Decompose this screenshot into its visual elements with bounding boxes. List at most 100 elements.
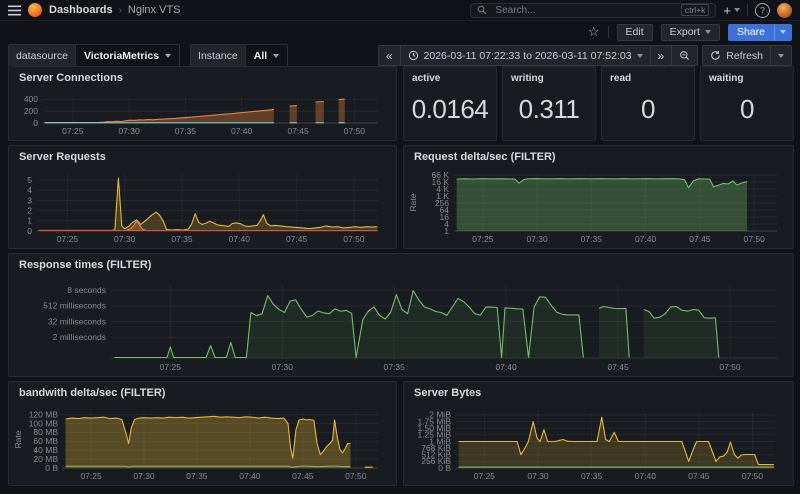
svg-text:5: 5: [27, 175, 32, 185]
star-icon: ☆: [587, 24, 600, 39]
hamburger-icon: [8, 5, 21, 15]
svg-text:512 milliseconds: 512 milliseconds: [43, 301, 106, 311]
panel-server-connections: Server Connections 0 200 400 07:25 07:30 07:3…: [8, 66, 397, 141]
server-bytes-chart[interactable]: 0 B 256 KiB 512 KiB 768 KiB 1 MiB 1.25 MiB 1.5…: [408, 404, 789, 482]
svg-text:3: 3: [27, 195, 32, 205]
variable-instance-value: All: [253, 49, 268, 62]
refresh-interval-button[interactable]: [770, 45, 792, 66]
bandwidth-delta-chart[interactable]: 0 B 20 MB 40 MB 60 MB 80 MB 100 MB 120 MB 07:25…: [13, 404, 392, 482]
export-button[interactable]: Export: [660, 23, 720, 41]
svg-text:0: 0: [33, 118, 38, 128]
breadcrumb-current-page[interactable]: Nginx VTS: [128, 4, 181, 16]
panel-stat-read: read 0: [601, 66, 695, 141]
svg-text:07:45: 07:45: [287, 126, 309, 136]
panel-server-requests: Server Requests 0 1 2 3 4 5 07:25 07:30 07:35 07:…: [8, 145, 397, 249]
svg-text:40 MB: 40 MB: [33, 445, 58, 455]
zoom-out-time-button[interactable]: [671, 45, 699, 66]
svg-text:07:50: 07:50: [345, 471, 367, 481]
svg-text:80 MB: 80 MB: [33, 427, 58, 437]
stat-title[interactable]: writing: [503, 67, 595, 84]
panel-stat-waiting: waiting 0: [700, 66, 794, 141]
share-button[interactable]: Share: [727, 23, 774, 41]
variable-datasource-select[interactable]: VictoriaMetrics: [74, 45, 180, 66]
svg-text:07:35: 07:35: [175, 126, 197, 136]
time-shift-back-button[interactable]: «: [377, 45, 401, 66]
svg-text:07:30: 07:30: [272, 362, 294, 372]
add-new-button[interactable]: +: [723, 4, 740, 17]
edit-button[interactable]: Edit: [616, 23, 653, 41]
time-range-picker-button[interactable]: 2026-03-11 07:22:33 to 2026-03-11 07:52:…: [399, 45, 651, 66]
svg-text:07:30: 07:30: [526, 234, 548, 244]
clock-icon: [408, 50, 418, 61]
share-menu-button[interactable]: [774, 23, 792, 41]
svg-text:4: 4: [27, 185, 32, 195]
divider: [607, 26, 609, 38]
server-connections-chart[interactable]: 0 200 400 07:25 07:30 07:35 07:40 07:45 07:50: [13, 89, 392, 137]
chevron-down-icon: [780, 30, 786, 34]
server-requests-chart[interactable]: 0 1 2 3 4 5 07:25 07:30 07:35 07:40 07:45 07:50: [13, 168, 392, 245]
svg-text:07:45: 07:45: [292, 471, 314, 481]
breadcrumb-dashboards[interactable]: Dashboards: [49, 4, 113, 16]
stat-title[interactable]: waiting: [701, 67, 793, 84]
search-icon: [478, 5, 487, 15]
dashboard-toolbar: ☆ Edit Export Share: [0, 21, 800, 43]
chevron-down-icon: [273, 53, 280, 58]
svg-text:32 milliseconds: 32 milliseconds: [48, 316, 106, 326]
star-dashboard-button[interactable]: ☆: [588, 24, 600, 40]
svg-text:400: 400: [24, 94, 38, 104]
svg-text:07:45: 07:45: [286, 234, 308, 244]
help-icon: ?: [755, 2, 770, 18]
user-avatar[interactable]: [777, 2, 792, 18]
svg-text:07:30: 07:30: [527, 471, 549, 481]
panel-title[interactable]: Server Connections: [9, 67, 396, 89]
svg-text:Rate: Rate: [408, 193, 418, 211]
svg-text:60 MB: 60 MB: [33, 436, 58, 446]
search-shortcut-badge: ctrl+k: [680, 4, 710, 16]
svg-text:07:35: 07:35: [581, 471, 603, 481]
panel-title[interactable]: Response times (FILTER): [9, 254, 793, 276]
help-button[interactable]: ?: [755, 2, 770, 18]
refresh-button[interactable]: Refresh: [702, 45, 771, 66]
svg-text:07:40: 07:40: [229, 234, 251, 244]
stat-title[interactable]: active: [404, 67, 496, 84]
stat-title[interactable]: read: [602, 67, 694, 84]
svg-text:07:30: 07:30: [114, 234, 136, 244]
panel-title[interactable]: bandwith delta/sec (FILTER): [9, 382, 396, 404]
grafana-logo-icon[interactable]: [28, 3, 42, 17]
panel-title[interactable]: Request delta/sec (FILTER): [404, 146, 793, 168]
panel-response-times: Response times (FILTER) 2 milliseconds 32…: [8, 253, 794, 377]
time-range-text: 2026-03-11 07:22:33 to 2026-03-11 07:52:…: [423, 49, 632, 62]
zoom-out-icon: [680, 51, 690, 61]
panel-title[interactable]: Server Requests: [9, 146, 396, 168]
panel-title[interactable]: Server Bytes: [404, 382, 793, 404]
variable-instance-label: Instance: [191, 45, 245, 66]
svg-text:07:35: 07:35: [171, 234, 193, 244]
refresh-group: Refresh: [702, 45, 792, 66]
svg-text:07:50: 07:50: [343, 234, 365, 244]
svg-text:2 milliseconds: 2 milliseconds: [53, 332, 106, 342]
panel-stat-active: active 0.0164: [403, 66, 497, 141]
response-times-chart[interactable]: 2 milliseconds 32 milliseconds 512 millise…: [13, 276, 789, 373]
search-input[interactable]: [493, 3, 675, 17]
svg-text:07:25: 07:25: [80, 471, 102, 481]
svg-text:2 MiB: 2 MiB: [429, 410, 451, 420]
svg-text:0: 0: [27, 226, 32, 236]
request-delta-chart[interactable]: 1 4 16 64 256 1 K4 K 16 K 66 K 07:25 07:30 07:35 07…: [408, 168, 789, 245]
chevron-down-icon: [778, 53, 784, 58]
svg-text:07:40: 07:40: [239, 471, 261, 481]
time-shift-forward-button[interactable]: »: [649, 45, 673, 66]
svg-text:Rate: Rate: [13, 430, 23, 448]
svg-text:20 MB: 20 MB: [33, 454, 58, 464]
svg-text:07:25: 07:25: [62, 126, 84, 136]
variable-instance-select[interactable]: All: [244, 45, 288, 66]
breadcrumb: Dashboards › Nginx VTS: [49, 4, 181, 16]
svg-text:200: 200: [24, 106, 38, 116]
divider: [747, 4, 748, 16]
svg-text:07:25: 07:25: [472, 234, 494, 244]
svg-text:07:30: 07:30: [133, 471, 155, 481]
chevron-double-right-icon: »: [657, 48, 665, 63]
svg-text:07:40: 07:40: [635, 471, 657, 481]
menu-toggle-button[interactable]: [8, 5, 21, 16]
search-box[interactable]: ctrl+k: [470, 2, 717, 18]
svg-text:0 B: 0 B: [45, 463, 58, 473]
